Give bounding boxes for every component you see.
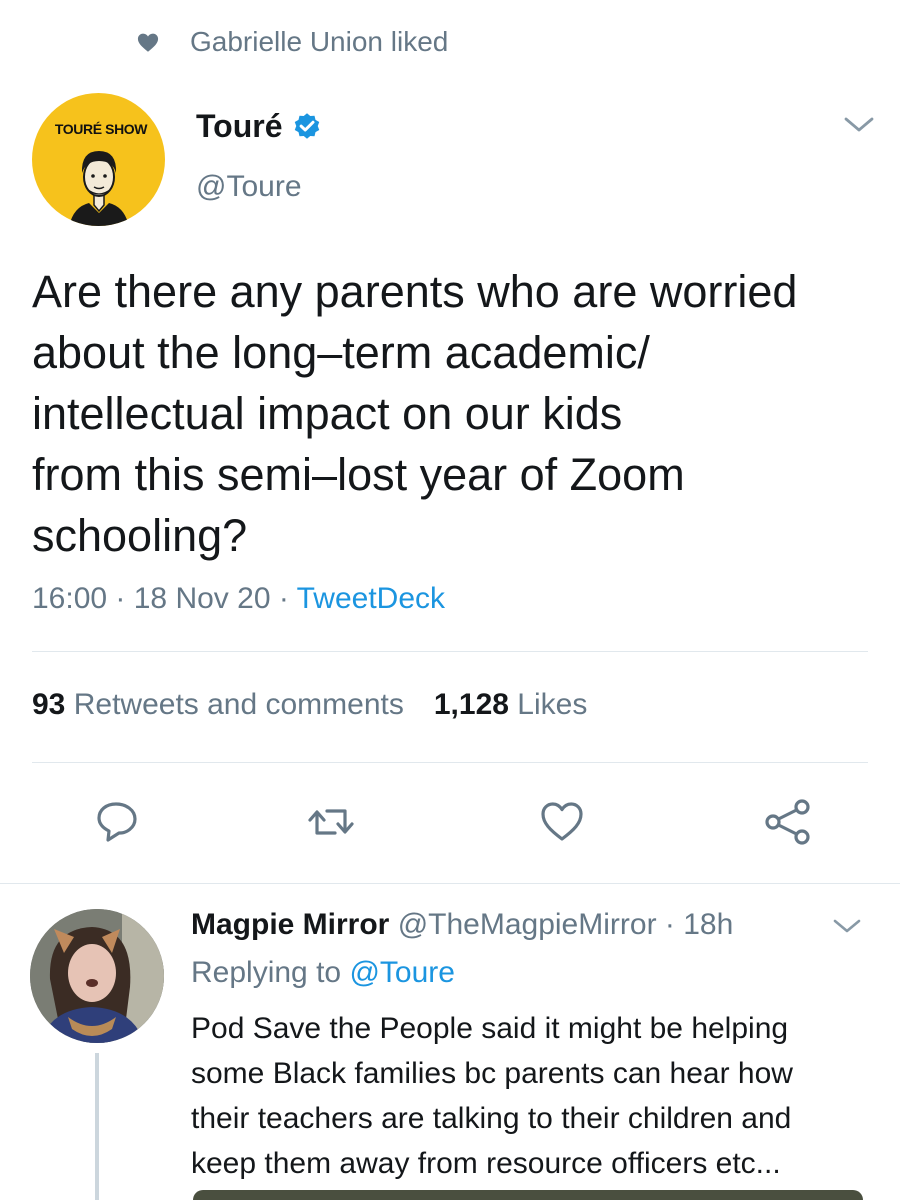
reply-icon[interactable]	[94, 798, 142, 846]
chevron-down-icon[interactable]	[842, 114, 876, 136]
retweets-stat[interactable]: 93 Retweets and comments	[32, 688, 404, 721]
reply-separator: ·	[656, 908, 684, 941]
replying-to-mention[interactable]: @Toure	[349, 956, 455, 989]
retweets-count: 93	[32, 688, 66, 721]
author-name[interactable]: Touré	[196, 108, 283, 145]
reply-text: Pod Save the People said it might be hel…	[191, 1006, 891, 1186]
tweet-text-line: from this semi–lost year of Zoom	[32, 449, 685, 500]
replying-to: Replying to @Toure	[191, 956, 455, 990]
tweet-text-line: about the long–term academic/	[32, 327, 650, 378]
retweets-label: Retweets and comments	[73, 688, 404, 721]
reply-header: Magpie Mirror @TheMagpieMirror · 18h	[191, 908, 733, 942]
reply-age[interactable]: 18h	[683, 908, 733, 941]
replying-to-prefix: Replying to	[191, 956, 342, 989]
tweet-date: 18 Nov 20	[133, 582, 271, 615]
like-icon[interactable]	[538, 798, 586, 846]
reply-author-name[interactable]: Magpie Mirror	[191, 908, 389, 941]
share-icon[interactable]	[764, 798, 812, 846]
reply-author-handle[interactable]: @TheMagpieMirror	[398, 908, 657, 941]
author-handle[interactable]: @Toure	[196, 170, 302, 204]
reply-text-line: some Black families bc parents can hear …	[191, 1057, 793, 1090]
tweet-text-line: intellectual impact on our kids	[32, 388, 623, 439]
tweet-time: 16:00	[32, 582, 108, 615]
divider	[0, 883, 900, 884]
meta-separator: ·	[107, 582, 134, 615]
chevron-down-icon[interactable]	[832, 917, 862, 937]
divider	[32, 651, 868, 652]
tweet-source-link[interactable]: TweetDeck	[297, 582, 445, 615]
meta-separator: ·	[270, 582, 297, 615]
tweet-text: Are there any parents who are worried ab…	[32, 261, 882, 566]
tweet-text-line: schooling?	[32, 510, 248, 561]
thread-line	[95, 1053, 99, 1200]
tweet-text-line: Are there any parents who are worried	[32, 266, 798, 317]
heart-icon	[137, 33, 159, 52]
retweet-icon[interactable]	[307, 798, 355, 846]
avatar-brand-text: TOURÉ SHOW	[54, 121, 148, 137]
reply-author-avatar[interactable]	[30, 909, 164, 1043]
social-context: Gabrielle Union liked	[0, 22, 900, 62]
reply-text-line: Pod Save the People said it might be hel…	[191, 1012, 789, 1045]
author-avatar[interactable]: TOURÉ SHOW	[32, 93, 165, 226]
reply-text-line: their teachers are talking to their chil…	[191, 1102, 792, 1135]
verified-badge-icon	[294, 113, 320, 139]
profile-photo-icon	[30, 909, 164, 1043]
tweet-meta: 16:00 · 18 Nov 20 · TweetDeck	[32, 582, 445, 616]
divider	[32, 762, 868, 763]
tweet-stats: 93 Retweets and comments 1,128 Likes	[32, 688, 587, 722]
reply-text-line: keep them away from resource officers et…	[191, 1147, 781, 1180]
reply-media-preview[interactable]	[193, 1190, 863, 1200]
likes-stat[interactable]: 1,128 Likes	[434, 688, 587, 721]
portrait-illustration-icon	[69, 151, 129, 226]
likes-label: Likes	[517, 688, 588, 721]
likes-count: 1,128	[433, 688, 509, 721]
social-context-text: Gabrielle Union liked	[190, 26, 449, 57]
